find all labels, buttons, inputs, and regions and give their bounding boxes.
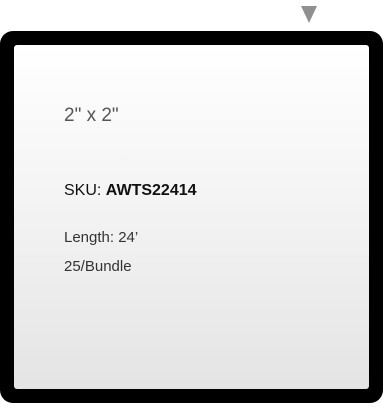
product-length: Length: 24’ [64,229,139,246]
sku-value: AWTS22414 [105,182,197,199]
sku-label: SKU: [64,182,102,199]
product-bundle: 25/Bundle [64,258,132,275]
product-card-body: 2" x 2" SKU: AWTS22414 Length: 24’ 25/Bu… [14,45,369,389]
product-page: 2" x 2" SKU: AWTS22414 Length: 24’ 25/Bu… [0,0,383,416]
triangle-down-icon[interactable] [301,6,317,23]
product-size: 2" x 2" [64,105,119,126]
product-card: 2" x 2" SKU: AWTS22414 Length: 24’ 25/Bu… [0,31,383,403]
sku-line: SKU: AWTS22414 [64,182,197,200]
